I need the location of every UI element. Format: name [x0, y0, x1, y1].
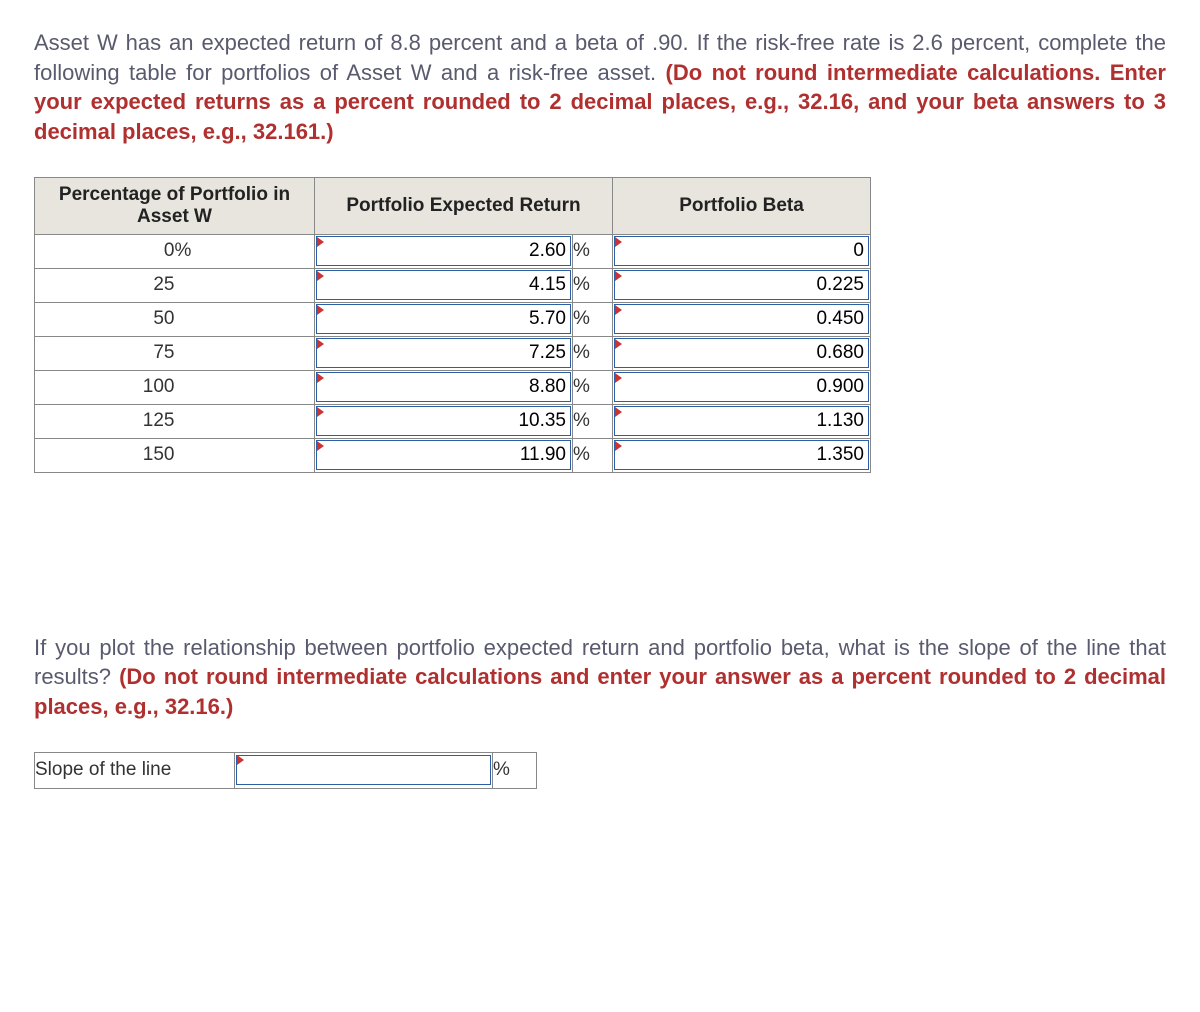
marker-icon	[317, 373, 324, 383]
slope-input-cell	[235, 752, 493, 788]
beta-input-cell	[613, 370, 871, 404]
return-input-cell	[315, 268, 573, 302]
beta-input[interactable]	[614, 304, 869, 334]
beta-input-cell	[613, 438, 871, 472]
pct-value: 150	[35, 438, 175, 472]
return-input[interactable]	[316, 304, 571, 334]
slope-label: Slope of the line	[35, 752, 235, 788]
table-row: 100 %	[35, 370, 871, 404]
pct-value: 100	[35, 370, 175, 404]
beta-input[interactable]	[614, 406, 869, 436]
beta-input-cell	[613, 268, 871, 302]
marker-icon	[615, 237, 622, 247]
return-unit: %	[573, 234, 613, 268]
pct-unit: %	[175, 234, 315, 268]
question1-text: Asset W has an expected return of 8.8 pe…	[34, 28, 1166, 147]
marker-icon	[615, 441, 622, 451]
table-row: 75 %	[35, 336, 871, 370]
return-input[interactable]	[316, 372, 571, 402]
slope-unit: %	[493, 752, 537, 788]
pct-value: 25	[35, 268, 175, 302]
beta-input[interactable]	[614, 338, 869, 368]
return-input[interactable]	[316, 406, 571, 436]
header-beta: Portfolio Beta	[613, 177, 871, 234]
return-input-cell	[315, 370, 573, 404]
return-input-cell	[315, 336, 573, 370]
pct-unit	[175, 370, 315, 404]
header-return: Portfolio Expected Return	[315, 177, 613, 234]
pct-unit	[175, 404, 315, 438]
marker-icon	[615, 407, 622, 417]
marker-icon	[317, 271, 324, 281]
return-input[interactable]	[316, 236, 571, 266]
return-input[interactable]	[316, 338, 571, 368]
marker-icon	[615, 373, 622, 383]
marker-icon	[615, 305, 622, 315]
marker-icon	[317, 237, 324, 247]
beta-input-cell	[613, 404, 871, 438]
question2-instruction: (Do not round intermediate calculations …	[34, 664, 1166, 719]
slope-table: Slope of the line %	[34, 752, 537, 789]
pct-value: 125	[35, 404, 175, 438]
beta-input[interactable]	[614, 270, 869, 300]
pct-unit	[175, 302, 315, 336]
pct-unit	[175, 438, 315, 472]
beta-input[interactable]	[614, 440, 869, 470]
slope-input[interactable]	[236, 755, 491, 785]
return-unit: %	[573, 336, 613, 370]
table-row: 125 %	[35, 404, 871, 438]
return-input-cell	[315, 404, 573, 438]
marker-icon	[237, 755, 244, 765]
marker-icon	[317, 339, 324, 349]
beta-input-cell	[613, 302, 871, 336]
return-input-cell	[315, 234, 573, 268]
table-row: 0 % %	[35, 234, 871, 268]
return-unit: %	[573, 404, 613, 438]
return-unit: %	[573, 268, 613, 302]
return-unit: %	[573, 438, 613, 472]
return-input-cell	[315, 302, 573, 336]
beta-input[interactable]	[614, 372, 869, 402]
beta-input-cell	[613, 336, 871, 370]
portfolio-table: Percentage of Portfolio in Asset W Portf…	[34, 177, 871, 473]
pct-unit	[175, 268, 315, 302]
marker-icon	[615, 339, 622, 349]
pct-value: 75	[35, 336, 175, 370]
header-pct: Percentage of Portfolio in Asset W	[35, 177, 315, 234]
marker-icon	[317, 441, 324, 451]
return-input-cell	[315, 438, 573, 472]
beta-input-cell	[613, 234, 871, 268]
question2-text: If you plot the relationship between por…	[34, 633, 1166, 722]
return-unit: %	[573, 302, 613, 336]
return-unit: %	[573, 370, 613, 404]
marker-icon	[317, 407, 324, 417]
beta-input[interactable]	[614, 236, 869, 266]
table-row: 150 %	[35, 438, 871, 472]
pct-value: 0	[35, 234, 175, 268]
return-input[interactable]	[316, 440, 571, 470]
table-row: 25 %	[35, 268, 871, 302]
pct-unit	[175, 336, 315, 370]
pct-value: 50	[35, 302, 175, 336]
marker-icon	[317, 305, 324, 315]
marker-icon	[615, 271, 622, 281]
table-row: 50 %	[35, 302, 871, 336]
return-input[interactable]	[316, 270, 571, 300]
